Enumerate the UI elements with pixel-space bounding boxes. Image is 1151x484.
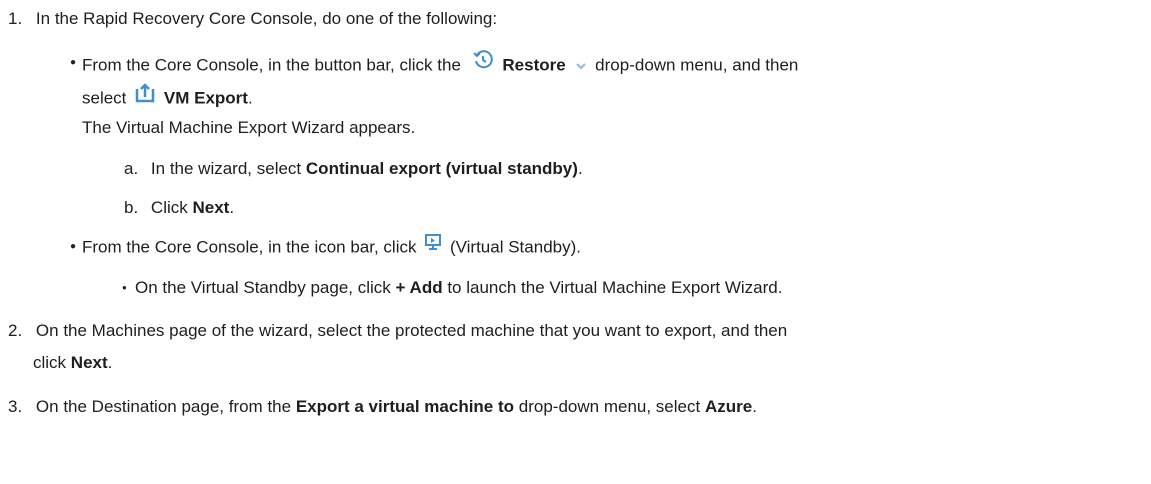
bullet-item-restore-cont: select VM Export. [82, 83, 253, 112]
restore-history-icon [472, 49, 494, 77]
restore-menu-label: Restore [502, 55, 566, 75]
step-number: 1. [8, 9, 23, 28]
step-number: 2. [8, 321, 23, 340]
document-page: { "step1": { "num": "1.", "text": "In th… [0, 0, 1151, 484]
virtual-standby-monitor-icon [424, 233, 442, 257]
step-text: In the Rapid Recovery Core Console, do o… [35, 9, 498, 28]
export-upload-icon [135, 83, 155, 109]
bullet-marker: ● [70, 241, 77, 252]
step-1: 1. In the Rapid Recovery Core Console, d… [8, 8, 497, 30]
sub-bullet-add: On the Virtual Standby page, click + Add… [135, 278, 783, 297]
bullet-item-restore: From the Core Console, in the button bar… [82, 49, 798, 80]
step-2-cont: click Next. [33, 353, 113, 372]
vm-export-label: VM Export [163, 88, 248, 108]
wizard-appears-note: The Virtual Machine Export Wizard appear… [82, 118, 416, 137]
chevron-down-icon [575, 55, 587, 77]
sub-bullet-marker: ● [122, 283, 127, 292]
step-2: 2. On the Machines page of the wizard, s… [8, 321, 788, 340]
bullet-item-virtual-standby: From the Core Console, in the icon bar, … [82, 233, 581, 260]
bullet-marker: ● [70, 57, 77, 68]
step-number: 3. [8, 397, 23, 416]
substep-a: a. In the wizard, select Continual expor… [124, 159, 583, 178]
substep-b: b. Click Next. [124, 198, 235, 217]
step-3: 3. On the Destination page, from the Exp… [8, 397, 757, 416]
